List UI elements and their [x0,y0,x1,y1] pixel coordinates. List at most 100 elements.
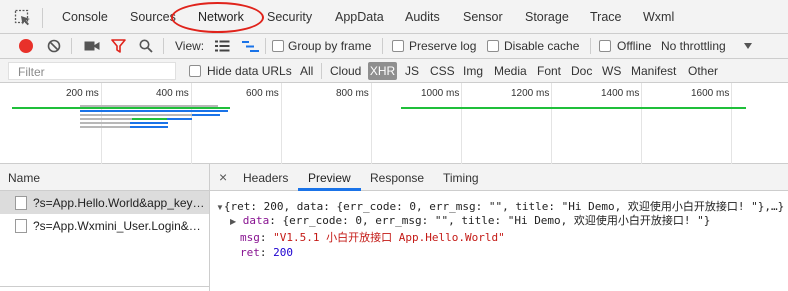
tab-trace[interactable]: Trace [590,10,622,24]
filter-type-other[interactable]: Other [688,64,718,78]
disable-cache-label: Disable cache [504,39,580,53]
network-tab-highlight-circle [171,2,264,33]
filter-funnel-icon[interactable] [111,39,126,53]
file-icon [15,219,27,233]
devtools-tab-bar: Console Sources Network Security AppData… [0,0,788,34]
tick-label: 600 ms [246,88,279,99]
request-bar [132,118,167,120]
tick-gridline [281,83,282,164]
search-icon[interactable] [139,39,153,53]
tab-storage[interactable]: Storage [525,10,569,24]
request-bar [192,114,220,116]
inspect-element-icon[interactable] [14,9,32,27]
disable-cache-checkbox[interactable] [487,40,499,52]
tab-wxml[interactable]: Wxml [643,10,674,24]
tick-gridline [461,83,462,164]
green-timeline-bar [12,107,230,109]
filter-type-manifest[interactable]: Manifest [631,64,676,78]
offline-label: Offline [617,39,652,53]
tab-separator [42,8,43,28]
hide-data-urls-checkbox[interactable] [189,65,201,77]
large-request-rows-icon[interactable] [215,40,230,52]
json-key-data: data [242,214,270,227]
timeline-overview[interactable]: 200 ms 400 ms 600 ms 800 ms 1000 ms 1200… [0,83,788,164]
tab-headers[interactable]: Headers [243,171,288,185]
close-icon[interactable]: × [219,169,227,185]
request-bar [80,126,130,128]
tab-appdata[interactable]: AppData [335,10,384,24]
request-bar [167,118,192,120]
request-bar [130,122,168,124]
request-bar [80,122,130,124]
filter-separator [321,63,322,79]
capture-screenshots-icon[interactable] [84,40,100,52]
collapse-triangle-icon[interactable]: ▼ [216,203,224,212]
group-by-frame-label: Group by frame [288,39,372,53]
request-bar [80,110,228,112]
json-data-row[interactable]: ▶ data: {err_code: 0, err_msg: "", title… [230,212,786,228]
chevron-down-icon[interactable] [744,43,752,49]
tab-preview[interactable]: Preview [308,171,351,185]
request-name: ?s=App.Wxmini_User.Login&… [33,219,201,233]
preserve-log-checkbox[interactable] [392,40,404,52]
toolbar-separator [71,38,72,54]
detail-tab-bar: × Headers Preview Response Timing [210,164,788,191]
filter-type-xhr[interactable]: XHR [368,62,397,80]
tab-sources[interactable]: Sources [130,10,176,24]
clear-icon[interactable] [47,39,61,53]
group-by-frame-checkbox[interactable] [272,40,284,52]
json-key-ret: ret [240,246,260,259]
filter-placeholder: Filter [18,65,45,79]
json-value-ret: 200 [273,246,293,259]
tab-timing[interactable]: Timing [443,171,479,185]
toolbar-separator [163,38,164,54]
tab-security[interactable]: Security [267,10,312,24]
green-timeline-bar [401,107,746,109]
filter-type-cloud[interactable]: Cloud [330,64,361,78]
filter-type-js[interactable]: JS [405,64,419,78]
toolbar-separator [265,38,266,54]
name-column-header[interactable]: Name [0,164,210,191]
filter-type-img[interactable]: Img [463,64,483,78]
network-toolbar: View: Group by frame Preserve log Disabl… [0,34,788,59]
waterfall-overview-icon[interactable] [242,40,259,53]
record-icon[interactable] [19,39,33,53]
filter-type-media[interactable]: Media [494,64,527,78]
tick-label: 1000 ms [421,88,460,99]
filter-type-font[interactable]: Font [537,64,561,78]
file-icon [15,196,27,210]
toolbar-separator [382,38,383,54]
tab-response[interactable]: Response [370,171,424,185]
tick-gridline [191,83,192,164]
toolbar-separator [590,38,591,54]
request-row[interactable]: ?s=App.Hello.World&app_key… [0,191,210,214]
json-value-data: {err_code: 0, err_msg: "", title: "Hi De… [282,214,711,227]
throttling-select[interactable]: No throttling [661,39,726,53]
filter-type-ws[interactable]: WS [602,64,621,78]
json-msg-row: msg: "V1.5.1 小白开放接口 App.Hello.World" [240,231,505,244]
request-list-empty-area [0,237,210,291]
tab-console[interactable]: Console [62,10,108,24]
json-key-msg: msg [240,231,260,244]
filter-type-all[interactable]: All [300,64,313,78]
request-list-footer-line [0,286,210,287]
tab-audits[interactable]: Audits [405,10,440,24]
tick-gridline [371,83,372,164]
offline-checkbox[interactable] [599,40,611,52]
tick-label: 1400 ms [601,88,640,99]
request-bar [80,118,132,120]
preserve-log-label: Preserve log [409,39,477,53]
request-bar [80,105,218,107]
tab-sensor[interactable]: Sensor [463,10,503,24]
tick-label: 1600 ms [691,88,730,99]
tick-gridline [551,83,552,164]
tick-label: 200 ms [66,88,99,99]
filter-type-css[interactable]: CSS [430,64,455,78]
view-label: View: [175,39,205,53]
json-ret-row: ret: 200 [240,246,293,259]
filter-type-doc[interactable]: Doc [571,64,592,78]
tick-gridline [731,83,732,164]
request-row[interactable]: ?s=App.Wxmini_User.Login&… [0,214,210,237]
hide-data-urls-label: Hide data URLs [207,64,292,78]
filter-input[interactable]: Filter [8,62,176,80]
